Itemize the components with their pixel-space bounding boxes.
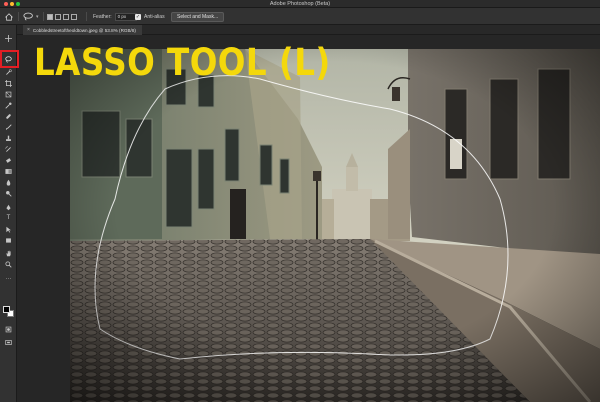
app-title: Adobe Photoshop (Beta) [269, 1, 331, 7]
select-and-mask-control: Select and Mask... [171, 8, 225, 25]
close-tab-icon[interactable]: × [27, 27, 30, 33]
antialias-control: ✓ Anti-alias [135, 8, 165, 25]
options-bar: ▾ Feather: 0 px ✓ Anti-alias Select and … [0, 8, 600, 25]
canvas-area[interactable]: LASSO TOOL (L) [17, 35, 600, 402]
tools-panel: T ··· [0, 25, 17, 402]
foreground-color-swatch[interactable] [3, 306, 10, 313]
document-tab-bar: × Cobbledstreetoftheoldtown.jpeg @ 53.8%… [17, 25, 600, 35]
feather-control: Feather: 0 px [93, 8, 137, 25]
divider [86, 12, 87, 21]
ellipsis-icon[interactable]: ··· [2, 275, 15, 284]
chevron-down-icon: ▾ [36, 13, 39, 20]
window-titlebar: Adobe Photoshop (Beta) [0, 0, 600, 8]
antialias-label: Anti-alias [144, 13, 165, 20]
divider [18, 12, 19, 21]
cobbled-street-photo [70, 49, 600, 402]
home-icon[interactable] [5, 8, 13, 25]
selection-mode-group [47, 8, 79, 25]
stamp-icon[interactable] [2, 134, 15, 143]
pen-icon[interactable] [2, 203, 15, 212]
rectangle-icon[interactable] [2, 236, 15, 245]
tool-preset-picker[interactable]: ▾ [23, 8, 39, 25]
move-icon[interactable] [2, 34, 15, 43]
hand-icon[interactable] [2, 249, 15, 258]
lasso-preset-icon [23, 12, 33, 21]
brush-icon[interactable] [2, 123, 15, 132]
document-image[interactable] [70, 49, 600, 402]
subtract-from-selection-icon[interactable] [63, 13, 69, 20]
divider [43, 12, 44, 21]
feather-input[interactable]: 0 px [114, 12, 137, 21]
eyedropper-icon[interactable] [2, 101, 15, 110]
overlay-title: LASSO TOOL (L) [34, 41, 331, 84]
new-selection-icon[interactable] [47, 13, 53, 20]
history-brush-icon[interactable] [2, 145, 15, 154]
add-to-selection-icon[interactable] [55, 13, 61, 20]
eraser-icon[interactable] [2, 156, 15, 165]
quick-mask-icon[interactable] [2, 325, 15, 334]
feather-label: Feather: [93, 13, 112, 20]
type-icon[interactable]: T [2, 214, 15, 223]
bandage-icon[interactable] [2, 112, 15, 121]
crop-icon[interactable] [2, 79, 15, 88]
active-tool-highlight [0, 50, 19, 68]
quick-selection-icon[interactable] [2, 68, 15, 77]
document-tab[interactable]: × Cobbledstreetoftheoldtown.jpeg @ 53.8%… [23, 25, 142, 35]
intersect-selection-icon[interactable] [71, 13, 77, 20]
arrow-icon[interactable] [2, 225, 15, 234]
drop-icon[interactable] [2, 178, 15, 187]
document-tab-label: Cobbledstreetoftheoldtown.jpeg @ 53.8% (… [32, 27, 136, 33]
frame-icon[interactable] [2, 90, 15, 99]
magnifier-icon[interactable] [2, 260, 15, 269]
select-and-mask-button[interactable]: Select and Mask... [171, 11, 225, 22]
antialias-checkbox[interactable]: ✓ [135, 13, 141, 20]
dodge-icon[interactable] [2, 189, 15, 198]
screen-mode-icon[interactable] [2, 338, 15, 347]
gradient-icon[interactable] [2, 167, 15, 176]
